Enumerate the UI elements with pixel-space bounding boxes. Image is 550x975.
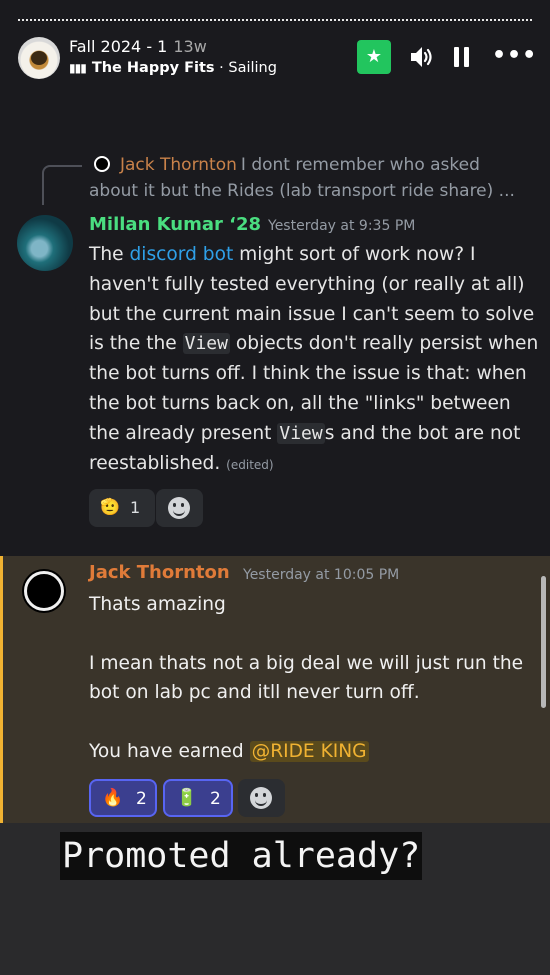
battery-emoji-icon: 🔋 xyxy=(176,788,198,808)
message-line: You have earned @RIDE KING xyxy=(89,737,529,766)
story-title-text: Fall 2024 - 1 xyxy=(69,37,168,56)
message-text: The xyxy=(89,244,130,265)
edited-label: (edited) xyxy=(226,457,274,472)
role-mention[interactable]: @RIDE KING xyxy=(249,741,369,762)
song-title: Sailing xyxy=(228,60,277,76)
salute-emoji-icon: 🫡 xyxy=(100,497,120,516)
more-options-icon[interactable]: ••• xyxy=(492,45,537,67)
inline-code: View xyxy=(277,422,325,444)
reply-author: Jack Thornton xyxy=(120,155,237,175)
message-timestamp: Yesterday at 10:05 PM xyxy=(243,567,400,583)
story-avatar[interactable] xyxy=(18,37,60,79)
reaction-count: 2 xyxy=(210,789,221,809)
smile-icon xyxy=(168,497,190,519)
smile-icon xyxy=(250,787,272,809)
avatar[interactable] xyxy=(17,215,73,271)
story-caption: Promoted already? xyxy=(60,832,423,880)
reaction-count: 1 xyxy=(130,498,141,517)
message-line: Thats amazing xyxy=(89,594,226,615)
reaction-salute[interactable]: 🫡 1 xyxy=(89,489,155,527)
avatar[interactable] xyxy=(24,571,64,611)
reply-preview[interactable]: Jack Thornton I dont remember who asked a… xyxy=(89,152,529,204)
message-author[interactable]: Millan Kumar ‘28 xyxy=(89,214,261,235)
story-music[interactable]: ▮▮▮ The Happy Fits · Sailing xyxy=(69,60,277,76)
scrollbar[interactable] xyxy=(541,576,546,708)
reaction-count: 2 xyxy=(136,789,147,809)
story-age: 13w xyxy=(173,37,207,56)
message-content: The discord bot might sort of work now? … xyxy=(89,240,539,480)
message-text: You have earned xyxy=(89,741,250,762)
message-line: I mean thats not a big deal we will just… xyxy=(89,653,524,703)
story-header: Fall 2024 - 1 13w ▮▮▮ The Happy Fits · Sai… xyxy=(0,30,550,90)
close-friends-star-icon[interactable]: ★ xyxy=(357,40,391,74)
story-progress-bar xyxy=(18,19,532,21)
fire-emoji-icon: 🔥 xyxy=(102,788,124,808)
story-title[interactable]: Fall 2024 - 1 13w xyxy=(69,37,207,56)
song-artist: The Happy Fits xyxy=(91,60,215,76)
add-reaction-button[interactable] xyxy=(238,779,285,817)
discord-bot-link[interactable]: discord bot xyxy=(130,244,234,265)
pause-icon[interactable] xyxy=(454,47,470,67)
message-author[interactable]: Jack Thornton xyxy=(89,562,230,583)
reply-connector xyxy=(42,165,82,205)
speaker-icon[interactable] xyxy=(409,44,433,70)
inline-code: View xyxy=(182,333,230,355)
message-timestamp: Yesterday at 9:35 PM xyxy=(268,218,416,234)
reaction-battery[interactable]: 🔋 2 xyxy=(163,779,233,817)
add-reaction-button[interactable] xyxy=(156,489,203,527)
reaction-fire[interactable]: 🔥 2 xyxy=(89,779,157,817)
music-bars-icon: ▮▮▮ xyxy=(69,61,87,75)
